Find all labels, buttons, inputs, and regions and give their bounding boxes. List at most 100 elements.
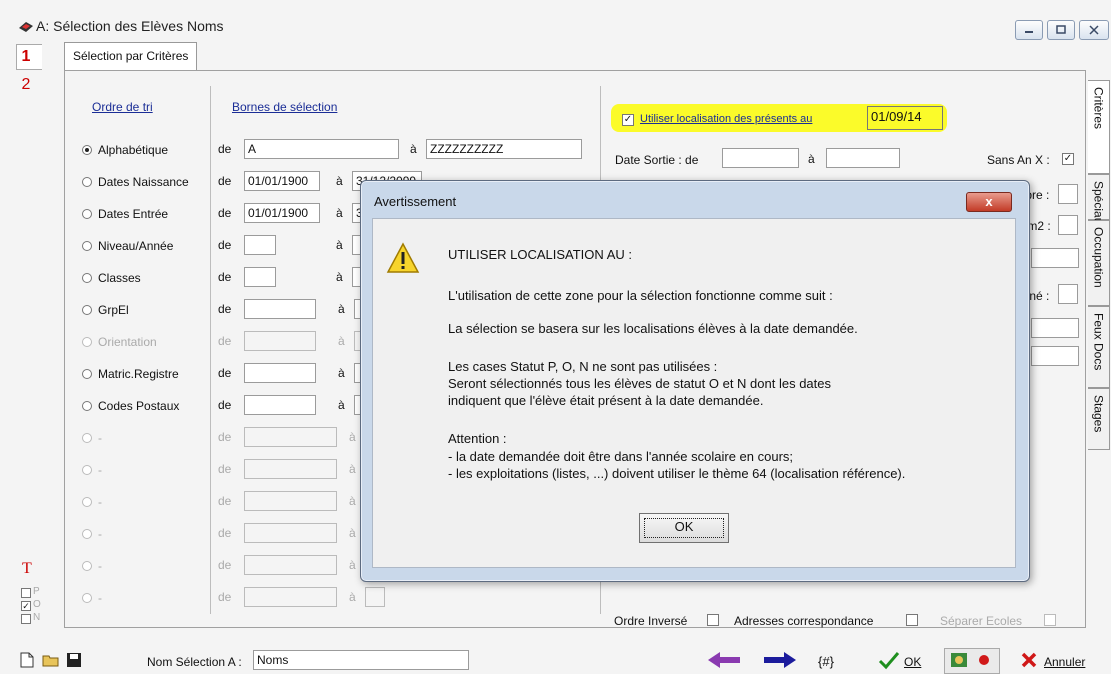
criteria-from-field[interactable]: 01/01/1900 [244, 203, 320, 223]
dialog-ok-button[interactable]: OK [639, 513, 729, 543]
cancel-button-label[interactable]: Annuler [1044, 655, 1085, 669]
criteria-radio[interactable] [82, 433, 92, 443]
criteria-label: GrpEl [98, 303, 129, 317]
criteria-de-label: de [218, 334, 232, 348]
nom-selection-label: Nom Sélection A : [147, 655, 242, 669]
criteria-radio[interactable] [82, 465, 92, 475]
criteria-from-field[interactable] [244, 555, 337, 575]
side-tab-speciaux[interactable]: Spéciaux [1088, 174, 1110, 230]
criteria-radio[interactable] [82, 369, 92, 379]
criteria-radio[interactable] [82, 401, 92, 411]
side-tab-occupation[interactable]: Occupation [1088, 220, 1110, 306]
right-extra-field-3[interactable] [1031, 346, 1079, 366]
criteria-from-field[interactable] [244, 459, 337, 479]
sans-an-x-checkbox[interactable]: ✓ [1062, 153, 1074, 165]
criteria-from-field[interactable] [244, 331, 316, 351]
criteria-from-field[interactable] [244, 427, 337, 447]
criteria-label: Dates Entrée [98, 207, 169, 221]
palette-icon[interactable] [950, 652, 968, 671]
criteria-from-field[interactable] [244, 363, 316, 383]
criteria-radio[interactable] [82, 305, 92, 315]
criteria-radio[interactable] [82, 177, 92, 187]
separer-ecoles-label: Séparer Ecoles [940, 614, 1023, 628]
ok-button-label[interactable]: OK [904, 655, 921, 669]
criteria-a-label: à [336, 174, 343, 188]
ordre-inverse-checkbox[interactable] [707, 614, 719, 626]
libre-field[interactable] [1058, 184, 1078, 204]
criteria-to-field[interactable]: ZZZZZZZZZZ [426, 139, 582, 159]
date-sortie-from-field[interactable] [722, 148, 799, 168]
right-extra-field-2[interactable] [1031, 318, 1079, 338]
criteria-from-field[interactable] [244, 299, 316, 319]
localisation-label[interactable]: Utiliser localisation des présents au [640, 113, 812, 125]
criteria-radio[interactable] [82, 337, 92, 347]
localisation-checkbox[interactable]: ✓ [622, 114, 634, 126]
dialog-title: Avertissement [374, 194, 457, 209]
selection-bounds-header[interactable]: Bornes de sélection [232, 100, 337, 114]
hash-button[interactable]: {#} [818, 654, 834, 669]
separer-ecoles-checkbox[interactable] [1044, 614, 1056, 626]
criteria-from-field[interactable] [244, 491, 337, 511]
aine-field[interactable] [1058, 284, 1078, 304]
window-title: A: Sélection des Elèves Noms [36, 18, 224, 34]
minimize-button[interactable] [1015, 20, 1043, 40]
criteria-de-label: de [218, 558, 232, 572]
criteria-a-label: à [338, 366, 345, 380]
criteria-from-field[interactable] [244, 267, 276, 287]
criteria-radio[interactable] [82, 273, 92, 283]
t-marker[interactable]: T [22, 560, 32, 578]
side-tab-criteres[interactable]: Critères [1088, 80, 1110, 174]
record-icon[interactable] [976, 652, 992, 671]
dialog-line: - la date demandée doit être dans l'anné… [448, 449, 794, 464]
date-sortie-to-field[interactable] [826, 148, 900, 168]
side-tab-feux-docs[interactable]: Feux Docs [1088, 306, 1110, 388]
criteria-from-field[interactable]: A [244, 139, 399, 159]
criteria-from-field[interactable] [244, 587, 337, 607]
side-tab-stages[interactable]: Stages [1088, 388, 1110, 450]
criteria-radio[interactable] [82, 561, 92, 571]
criteria-to-field[interactable] [365, 587, 385, 607]
close-window-button[interactable] [1079, 20, 1109, 40]
criteria-from-field[interactable] [244, 235, 276, 255]
tab-selection-criteres[interactable]: Sélection par Critères [64, 42, 198, 70]
criteria-from-field[interactable] [244, 395, 316, 415]
ok-check-icon[interactable] [878, 650, 900, 673]
side-tab-label: Stages [1091, 395, 1106, 433]
adresses-corr-label: Adresses correspondance [734, 614, 874, 628]
cancel-x-icon[interactable] [1020, 651, 1038, 672]
sort-order-header[interactable]: Ordre de tri [92, 100, 153, 114]
status-o-checkbox[interactable]: ✓ [21, 601, 31, 611]
previous-arrow-icon[interactable] [706, 650, 742, 673]
criteria-radio[interactable] [82, 241, 92, 251]
criteria-radio[interactable] [82, 209, 92, 219]
criteria-radio[interactable] [82, 593, 92, 603]
new-document-icon[interactable] [20, 652, 34, 671]
ordre-inverse-label: Ordre Inversé [614, 614, 688, 628]
criteria-label: Niveau/Année [98, 239, 174, 253]
criteria-from-field[interactable] [244, 523, 337, 543]
status-n-checkbox[interactable] [21, 614, 31, 624]
criteria-from-field[interactable]: 01/01/1900 [244, 171, 320, 191]
localisation-date-field[interactable]: 01/09/14 [867, 106, 943, 130]
nom-selection-field[interactable]: Noms [253, 650, 469, 670]
criteria-de-label: de [218, 270, 232, 284]
right-extra-field[interactable] [1031, 248, 1079, 268]
criteria-label: Dates Naissance [98, 175, 189, 189]
dialog-close-button[interactable]: x [966, 192, 1012, 212]
adresses-corr-checkbox[interactable] [906, 614, 918, 626]
dialog-line: Les cases Statut P, O, N ne sont pas uti… [448, 359, 718, 374]
status-n-label: N [33, 612, 41, 623]
criteria-radio[interactable] [82, 497, 92, 507]
page-number-2[interactable]: 2 [16, 76, 36, 94]
maximize-button[interactable] [1047, 20, 1075, 40]
open-folder-icon[interactable] [42, 652, 60, 671]
save-icon[interactable] [66, 652, 82, 671]
rem2-field[interactable] [1058, 215, 1078, 235]
page-number-1[interactable]: 1 [16, 48, 36, 66]
app-icon [18, 19, 33, 33]
criteria-radio[interactable] [82, 529, 92, 539]
criteria-label: - [98, 495, 102, 509]
status-p-checkbox[interactable] [21, 588, 31, 598]
criteria-radio[interactable] [82, 145, 92, 155]
next-arrow-icon[interactable] [762, 650, 798, 673]
